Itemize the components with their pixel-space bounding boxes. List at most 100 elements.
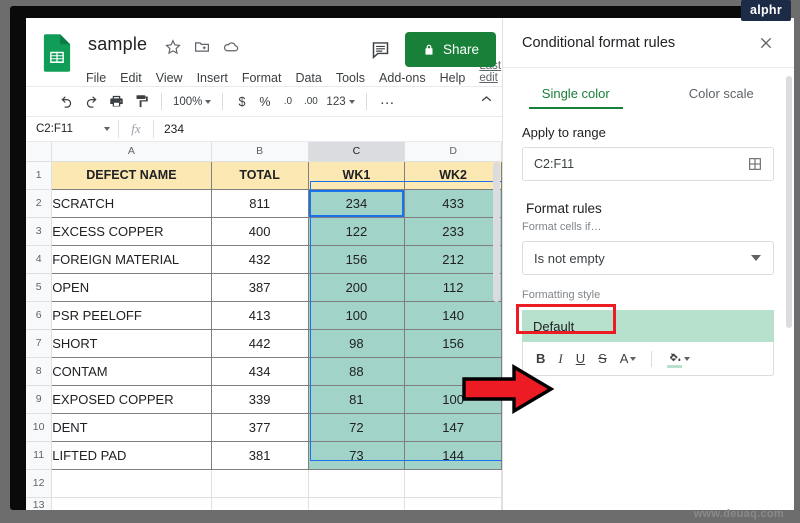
row-header-7[interactable]: 7 <box>26 328 53 358</box>
row-header-2[interactable]: 2 <box>26 188 53 218</box>
menu-item-help[interactable]: Help <box>440 71 466 85</box>
cell-d12[interactable] <box>404 468 502 498</box>
cell-c6[interactable]: 100 <box>307 300 406 330</box>
cell-c12[interactable] <box>307 468 406 498</box>
cell-a5[interactable]: OPEN <box>51 272 212 302</box>
cell-a7[interactable]: SHORT <box>51 328 212 358</box>
cell-b2[interactable]: 811 <box>210 188 309 218</box>
star-icon[interactable] <box>164 38 182 56</box>
row-header-11[interactable]: 11 <box>26 440 53 470</box>
panel-scrollbar[interactable] <box>786 76 792 496</box>
row-header-6[interactable]: 6 <box>26 300 53 330</box>
menu-item-edit[interactable]: Edit <box>120 71 142 85</box>
cell-b8[interactable]: 434 <box>210 356 309 386</box>
vertical-scrollbar-thumb[interactable] <box>493 162 500 302</box>
text-color-button[interactable]: A <box>620 351 637 366</box>
column-header-b[interactable]: B <box>211 142 309 162</box>
apply-to-range-input[interactable]: C2:F11 <box>522 147 774 181</box>
row-header-5[interactable]: 5 <box>26 272 53 302</box>
decrease-decimal-button[interactable]: .0 <box>276 96 299 107</box>
cell-b11[interactable]: 381 <box>210 440 309 470</box>
cell-b9[interactable]: 339 <box>210 384 309 414</box>
cell-b1[interactable]: TOTAL <box>210 160 309 190</box>
menu-item-format[interactable]: Format <box>242 71 282 85</box>
row-header-13[interactable]: 13 <box>26 496 53 510</box>
share-button[interactable]: Share <box>404 32 496 67</box>
cloud-saved-icon[interactable] <box>222 38 240 56</box>
cell-a9[interactable]: EXPOSED COPPER <box>51 384 212 414</box>
comment-history-icon[interactable] <box>370 39 391 60</box>
more-options-button[interactable]: … <box>374 91 402 113</box>
row-header-10[interactable]: 10 <box>26 412 53 442</box>
undo-icon[interactable] <box>54 90 79 114</box>
collapse-toolbar-icon[interactable] <box>479 92 494 112</box>
cell-a1[interactable]: DEFECT NAME <box>51 160 212 190</box>
underline-button[interactable]: U <box>576 351 585 366</box>
menu-item-addons[interactable]: Add-ons <box>379 71 426 85</box>
cell-a8[interactable]: CONTAM <box>51 356 212 386</box>
column-header-c[interactable]: C <box>308 142 406 162</box>
select-all-corner[interactable] <box>26 142 53 162</box>
strikethrough-button[interactable]: S <box>598 351 607 366</box>
cell-d10[interactable]: 147 <box>404 412 502 442</box>
cell-c8[interactable]: 88 <box>307 356 406 386</box>
cell-a12[interactable] <box>51 468 212 498</box>
formula-input[interactable]: 234 <box>154 122 184 136</box>
currency-format-button[interactable]: $ <box>230 95 253 109</box>
cell-d1[interactable]: WK2 <box>404 160 502 190</box>
cell-b4[interactable]: 432 <box>210 244 309 274</box>
menu-item-data[interactable]: Data <box>295 71 321 85</box>
number-format-selector[interactable]: 123 <box>322 96 358 108</box>
zoom-selector[interactable]: 100% <box>169 96 215 108</box>
panel-scrollbar-thumb[interactable] <box>786 76 792 328</box>
name-box[interactable]: C2:F11 <box>26 123 118 135</box>
row-header-12[interactable]: 12 <box>26 468 53 498</box>
cell-d7[interactable]: 156 <box>404 328 502 358</box>
row-header-8[interactable]: 8 <box>26 356 53 386</box>
menu-item-insert[interactable]: Insert <box>197 71 228 85</box>
cell-c9[interactable]: 81 <box>307 384 406 414</box>
document-title[interactable]: sample <box>88 34 147 55</box>
menu-item-file[interactable]: File <box>86 71 106 85</box>
cell-c1[interactable]: WK1 <box>307 160 406 190</box>
cell-d8[interactable] <box>404 356 502 386</box>
move-to-folder-icon[interactable] <box>193 38 211 56</box>
cell-d6[interactable]: 140 <box>404 300 502 330</box>
redo-icon[interactable] <box>79 90 104 114</box>
cell-b7[interactable]: 442 <box>210 328 309 358</box>
cell-c11[interactable]: 73 <box>307 440 406 470</box>
condition-select[interactable]: Is not empty <box>522 241 774 275</box>
row-header-3[interactable]: 3 <box>26 216 53 246</box>
cell-b3[interactable]: 400 <box>210 216 309 246</box>
cell-d3[interactable]: 233 <box>404 216 502 246</box>
column-header-a[interactable]: A <box>51 142 212 162</box>
cell-d2[interactable]: 433 <box>404 188 502 218</box>
row-header-4[interactable]: 4 <box>26 244 53 274</box>
tab-single-color[interactable]: Single color <box>503 82 649 109</box>
increase-decimal-button[interactable]: .00 <box>299 96 322 107</box>
cell-c2[interactable]: 234 <box>307 188 406 218</box>
cell-c5[interactable]: 200 <box>307 272 406 302</box>
cell-c13[interactable] <box>307 496 406 510</box>
style-preview[interactable]: Default <box>522 310 774 342</box>
row-header-9[interactable]: 9 <box>26 384 53 414</box>
cell-b10[interactable]: 377 <box>210 412 309 442</box>
vertical-scrollbar[interactable] <box>492 162 501 510</box>
menu-item-view[interactable]: View <box>156 71 183 85</box>
cell-a13[interactable] <box>51 496 212 510</box>
row-header-1[interactable]: 1 <box>26 160 53 190</box>
cell-b6[interactable]: 413 <box>210 300 309 330</box>
cell-b12[interactable] <box>210 468 309 498</box>
cell-b5[interactable]: 387 <box>210 272 309 302</box>
cell-d13[interactable] <box>404 496 502 510</box>
cell-a10[interactable]: DENT <box>51 412 212 442</box>
cell-a6[interactable]: PSR PEELOFF <box>51 300 212 330</box>
cell-c4[interactable]: 156 <box>307 244 406 274</box>
bold-button[interactable]: B <box>536 351 545 366</box>
close-icon[interactable] <box>758 35 774 51</box>
paint-format-icon[interactable] <box>129 90 154 114</box>
tab-color-scale[interactable]: Color scale <box>649 82 795 109</box>
column-header-d[interactable]: D <box>404 142 502 162</box>
cell-c10[interactable]: 72 <box>307 412 406 442</box>
cell-c3[interactable]: 122 <box>307 216 406 246</box>
